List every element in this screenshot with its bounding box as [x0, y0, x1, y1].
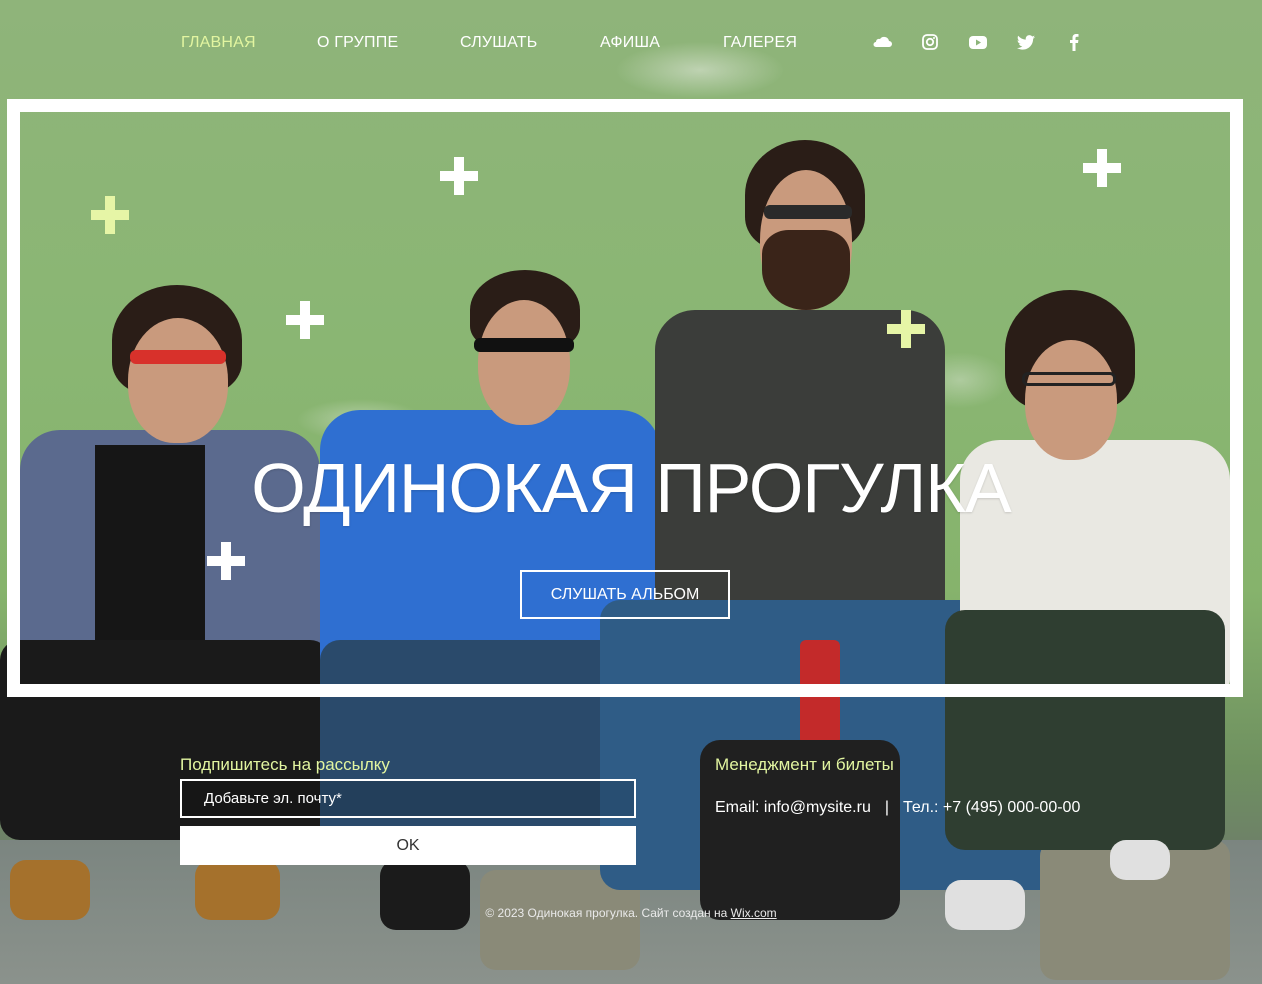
newsletter-title: Подпишитесь на рассылку — [180, 755, 390, 774]
email-field[interactable] — [180, 779, 636, 818]
copyright-text: © 2023 Одинокая прогулка. Сайт создан на — [485, 906, 731, 920]
sparkle-icon — [440, 157, 478, 195]
management-title: Менеджмент и билеты — [715, 755, 894, 774]
nav-item-events[interactable]: АФИША — [600, 34, 660, 52]
sparkle-icon — [887, 310, 925, 348]
subscribe-button[interactable]: OK — [180, 826, 636, 865]
sparkle-icon — [207, 542, 245, 580]
instagram-icon[interactable] — [920, 32, 940, 52]
youtube-icon[interactable] — [968, 32, 988, 52]
hero-title: ОДИНОКАЯ ПРОГУЛКА — [251, 449, 1011, 527]
nav-item-home[interactable]: ГЛАВНАЯ — [181, 34, 256, 52]
sparkle-icon — [286, 301, 324, 339]
copyright: © 2023 Одинокая прогулка. Сайт создан на… — [0, 906, 1262, 920]
contact-phone[interactable]: Тел.: +7 (495) 000-00-00 — [903, 799, 1080, 816]
wix-link[interactable]: Wix.com — [731, 906, 777, 920]
soundcloud-icon[interactable] — [872, 32, 892, 52]
twitter-icon[interactable] — [1016, 32, 1036, 52]
facebook-icon[interactable] — [1064, 32, 1084, 52]
nav-item-gallery[interactable]: ГАЛЕРЕЯ — [723, 34, 797, 52]
contact-info: Email: info@mysite.ru | Тел.: +7 (495) 000… — [715, 799, 1080, 817]
sparkle-icon — [91, 196, 129, 234]
listen-album-button[interactable]: СЛУШАТЬ АЛЬБОМ — [520, 570, 730, 619]
contact-separator: | — [884, 799, 889, 816]
nav-item-listen[interactable]: СЛУШАТЬ — [460, 34, 537, 52]
contact-email[interactable]: Email: info@mysite.ru — [715, 799, 871, 816]
nav-item-about[interactable]: О ГРУППЕ — [317, 34, 398, 52]
sparkle-icon — [1083, 149, 1121, 187]
